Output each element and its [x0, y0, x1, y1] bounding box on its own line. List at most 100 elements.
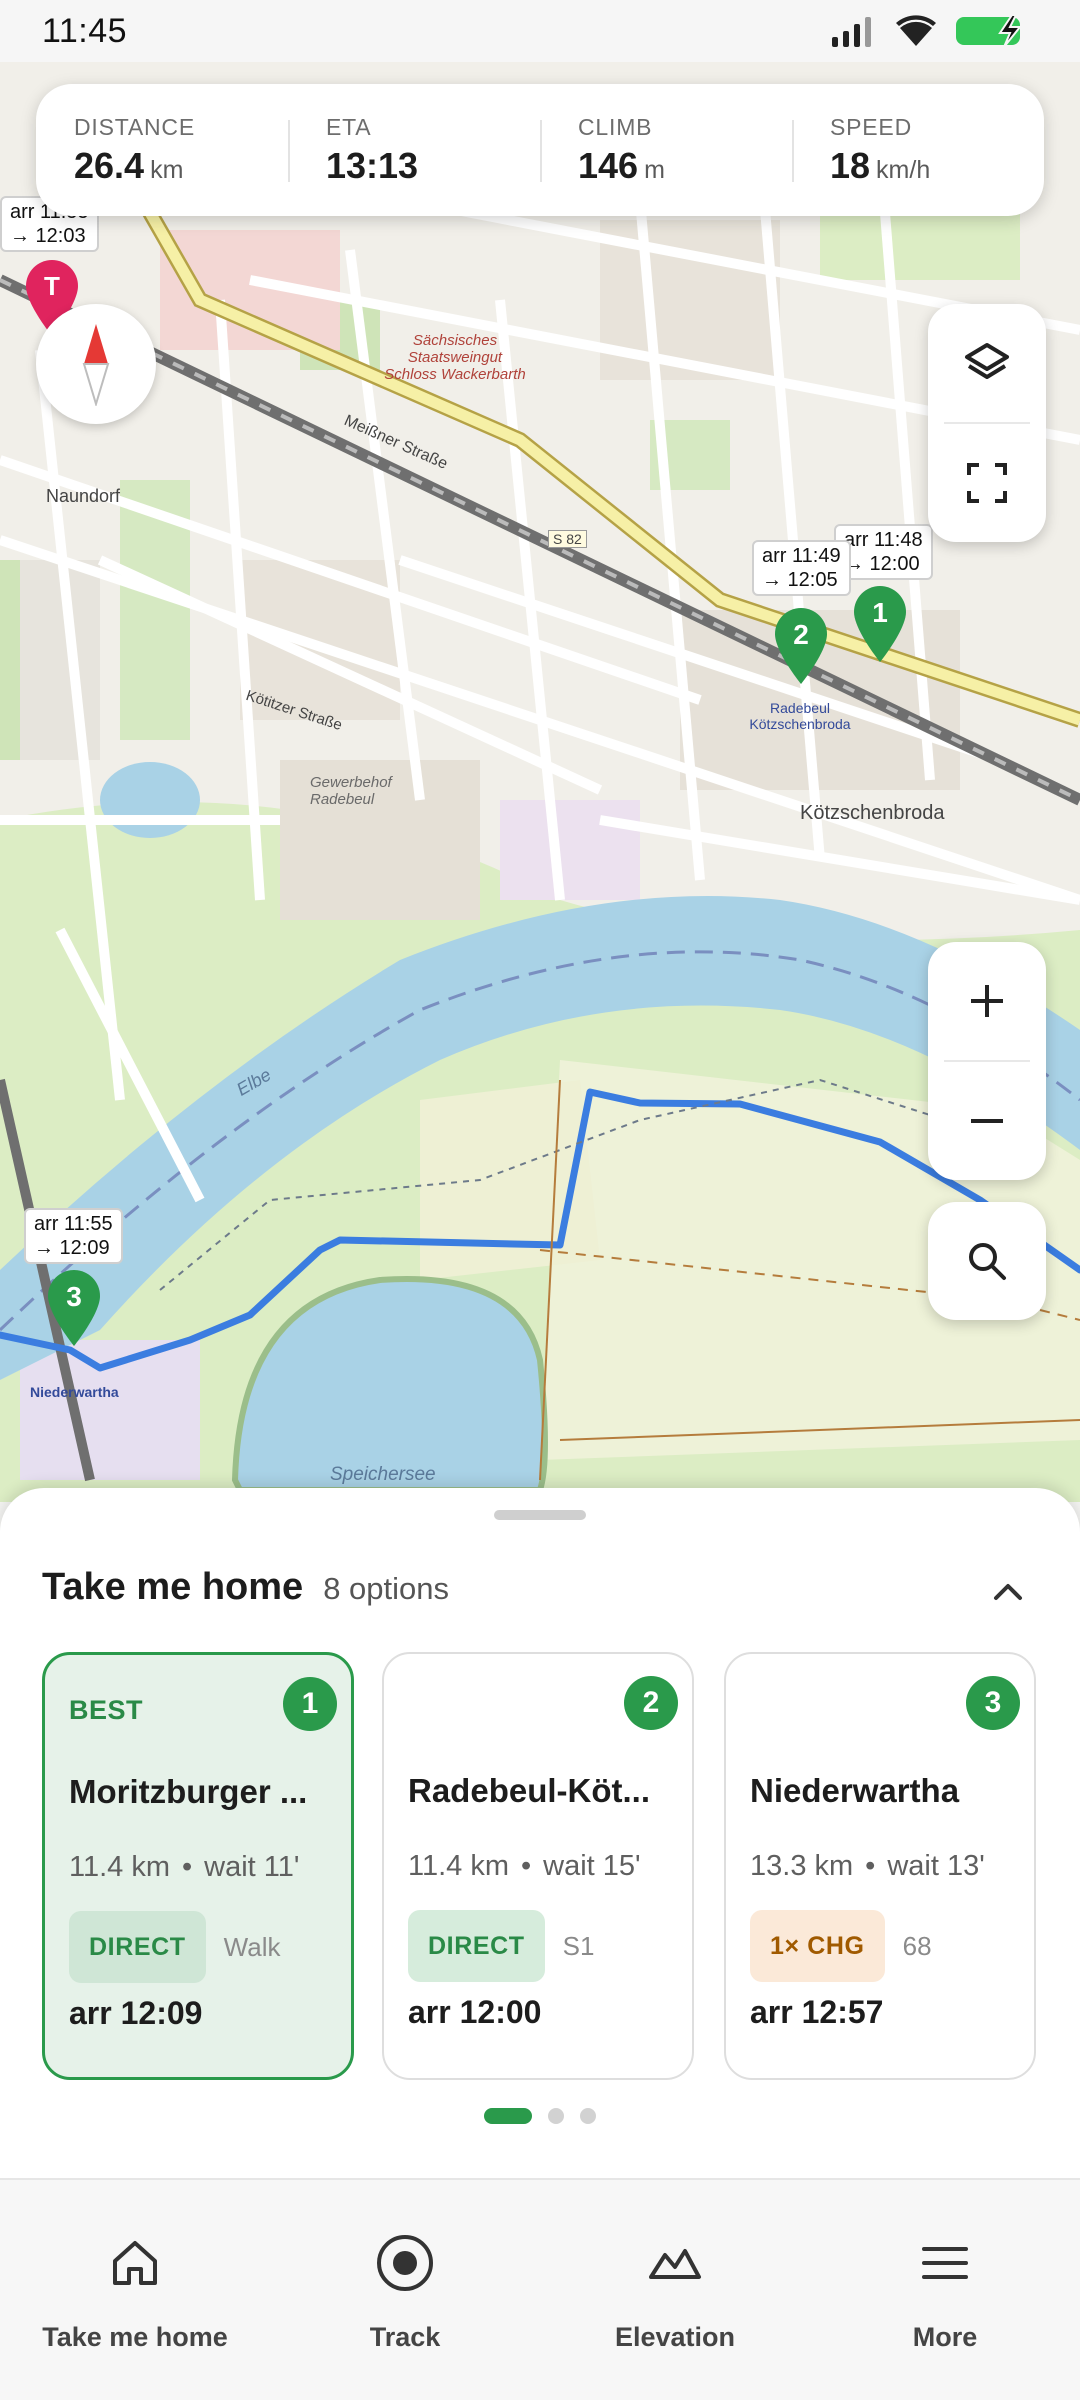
- route-card-3[interactable]: 3 Niederwartha 13.3 km • wait 13' 1× CHG 6…: [724, 1652, 1036, 2080]
- map-label-speichersee: Speichersee: [330, 1464, 436, 1485]
- home-departure-time: → 12:03: [10, 225, 86, 247]
- stop-1-pin[interactable]: 1: [850, 584, 910, 664]
- stop-1-number: 1: [872, 597, 888, 628]
- stat-speed-label: SPEED: [830, 113, 912, 140]
- route-distance: 11.4 km: [408, 1850, 510, 1882]
- stop-3-number: 3: [66, 1281, 82, 1312]
- nav-label: Take me home: [42, 2322, 228, 2352]
- minus-icon: [971, 1119, 1003, 1123]
- route-chip-row: DIRECT S1: [408, 1910, 594, 1982]
- nav-take-me-home[interactable]: Take me home: [0, 2180, 270, 2400]
- route-card-1[interactable]: BEST 1 Moritzburger ... 11.4 km • wait 11'…: [42, 1652, 354, 2080]
- route-arrival: arr 12:00: [408, 1994, 542, 2030]
- compass-icon: [82, 324, 110, 406]
- fullscreen-button[interactable]: [928, 424, 1046, 542]
- map-search-button[interactable]: [928, 1202, 1046, 1320]
- route-type-chip: 1× CHG: [750, 1910, 885, 1982]
- carousel-page-indicator: [484, 2108, 596, 2124]
- stop-3-bubble: arr 11:55 → 12:09: [24, 1208, 123, 1264]
- signal-icon: [832, 17, 871, 47]
- stop-2-pin[interactable]: 2: [771, 606, 831, 686]
- sheet-drag-handle[interactable]: [494, 1510, 586, 1520]
- stat-distance-label: DISTANCE: [74, 113, 195, 140]
- map-label-s82: S 82: [548, 530, 587, 548]
- zoom-out-button[interactable]: [928, 1062, 1046, 1180]
- route-type-chip: DIRECT: [69, 1911, 206, 1983]
- route-meta: 11.4 km • wait 15': [408, 1850, 641, 1883]
- fullscreen-icon: [967, 463, 1007, 503]
- plus-icon: [971, 985, 1003, 1017]
- stat-climb: CLIMB 146 m: [540, 84, 792, 216]
- stat-climb-unit: m: [644, 155, 665, 184]
- zoom-in-button[interactable]: [928, 942, 1046, 1060]
- stop-2-arr: arr 11:49: [762, 545, 841, 567]
- status-icons: [830, 13, 1038, 49]
- route-type-chip: DIRECT: [408, 1910, 545, 1982]
- stop-2-dep: → 12:05: [762, 569, 838, 591]
- mountain-icon: [644, 2232, 706, 2294]
- map-view[interactable]: Naundorf Radebeul Kötzschenbroda Kötzsch…: [0, 62, 1080, 1502]
- stat-climb-number: 146: [578, 144, 639, 186]
- stat-speed-value: 18 km/h: [830, 145, 1044, 187]
- map-label-gewerbehof: Gewerbehof Radebeul: [310, 774, 392, 808]
- page-dot[interactable]: [548, 2108, 564, 2124]
- compass-button[interactable]: [36, 304, 156, 424]
- stat-speed-unit: km/h: [876, 155, 931, 184]
- map-label-naundorf: Naundorf: [46, 486, 121, 506]
- chevron-up-icon[interactable]: [988, 1572, 1028, 1612]
- stop-1-dep: → 12:00: [844, 553, 920, 575]
- nav-label: More: [912, 2322, 978, 2352]
- nav-track[interactable]: Track: [270, 2180, 540, 2400]
- route-distance: 11.4 km: [69, 1851, 171, 1883]
- route-meta: 13.3 km • wait 13': [750, 1850, 985, 1883]
- map-label-niederwartha: Niederwartha: [30, 1384, 119, 1400]
- route-card-2[interactable]: 2 Radebeul-Köt... 11.4 km • wait 15' DIREC…: [382, 1652, 694, 2080]
- route-meta: 11.4 km • wait 11': [69, 1851, 299, 1884]
- route-wait: wait 15': [543, 1850, 641, 1882]
- stat-eta-value: 13:13: [326, 145, 540, 187]
- stop-3-dep: → 12:09: [34, 1237, 110, 1259]
- meta-separator: •: [182, 1851, 193, 1883]
- page-dot[interactable]: [580, 2108, 596, 2124]
- home-icon: [104, 2232, 166, 2294]
- route-arrival: arr 12:09: [69, 1995, 203, 2031]
- status-time: 11:45: [42, 11, 128, 50]
- layers-button[interactable]: [928, 304, 1046, 422]
- route-stop-name: Radebeul-Köt...: [408, 1772, 651, 1809]
- map-search-group: [928, 1202, 1046, 1320]
- stop-2-number: 2: [793, 619, 809, 650]
- route-line: 68: [902, 1930, 932, 1961]
- battery-charging-icon: [956, 14, 1023, 48]
- stop-3-pin[interactable]: 3: [44, 1268, 104, 1348]
- wifi-icon: [896, 15, 936, 46]
- route-number-badge: 2: [624, 1676, 678, 1730]
- zoom-controls: [928, 942, 1046, 1180]
- stop-1-arr: arr 11:48: [844, 529, 923, 551]
- stat-distance-unit: km: [150, 155, 184, 184]
- map-label-koetzschenbroda: Kötzschenbroda: [800, 802, 945, 824]
- stat-eta-label: ETA: [326, 113, 372, 140]
- route-number-badge: 1: [283, 1677, 337, 1731]
- stat-speed-number: 18: [830, 144, 871, 186]
- stat-distance-value: 26.4 km: [74, 145, 288, 187]
- best-tag: BEST: [69, 1695, 144, 1725]
- meta-separator: •: [865, 1850, 876, 1882]
- page-dot-active[interactable]: [484, 2108, 532, 2124]
- route-mode: Walk: [223, 1931, 281, 1962]
- route-line: S1: [562, 1930, 595, 1961]
- nav-label: Track: [369, 2322, 441, 2352]
- stat-climb-value: 146 m: [578, 145, 792, 187]
- map-base: [0, 149, 1080, 1502]
- route-number-badge: 3: [966, 1676, 1020, 1730]
- options-count: 8 options: [323, 1571, 450, 1606]
- map-label-schloss: Sächsisches Staatsweingut Schloss Wacker…: [384, 332, 526, 383]
- stat-speed: SPEED 18 km/h: [792, 84, 1044, 216]
- sheet-title: Take me home: [42, 1566, 304, 1608]
- nav-more[interactable]: More: [810, 2180, 1080, 2400]
- map-label-station: Radebeul Kötzschenbroda: [749, 700, 851, 732]
- route-distance: 13.3 km: [750, 1850, 854, 1882]
- route-wait: wait 11': [204, 1851, 300, 1883]
- nav-elevation[interactable]: Elevation: [540, 2180, 810, 2400]
- menu-icon: [914, 2232, 976, 2294]
- stat-climb-label: CLIMB: [578, 113, 653, 140]
